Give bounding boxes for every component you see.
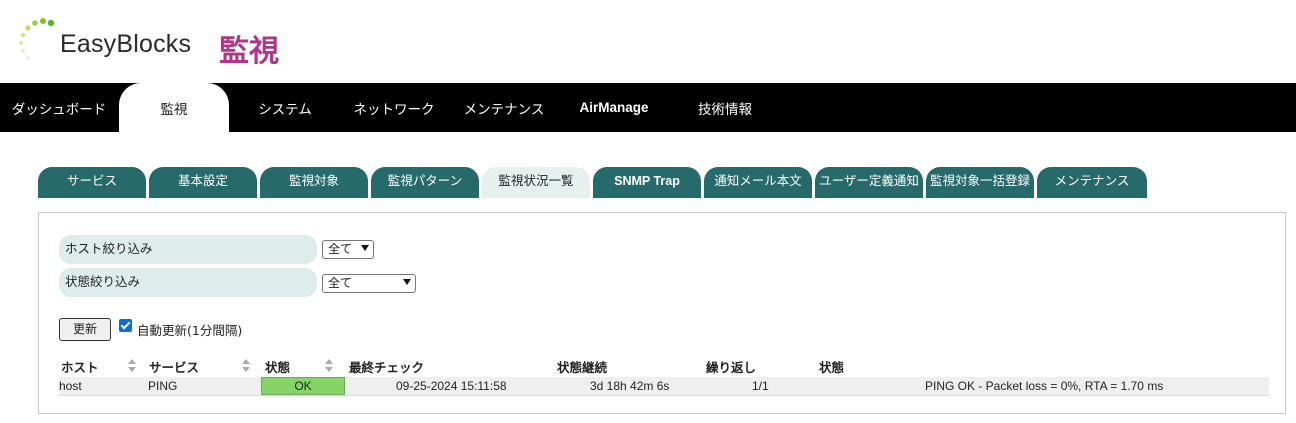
refresh-button[interactable]: 更新 — [59, 318, 111, 341]
nav-item-maintenance[interactable]: メンテナンス — [458, 83, 550, 132]
auto-refresh-checkbox[interactable] — [119, 319, 132, 332]
cell-attempt: 1/1 — [752, 379, 769, 393]
sort-host-icon[interactable] — [127, 359, 137, 373]
host-filter-value: 全て — [328, 242, 353, 256]
status-filter-label: 状態絞り込み — [59, 268, 317, 297]
tab-mail-body[interactable]: 通知メール本文 — [704, 167, 812, 198]
col-state: 状態 — [265, 360, 291, 375]
nav-item-system[interactable]: システム — [240, 83, 330, 132]
status-badge: OK — [261, 377, 345, 395]
col-host: ホスト — [61, 360, 99, 375]
table-header: ホスト サービス 状態 最終チェック 状態継続 繰り返し 状態 — [59, 355, 1269, 375]
logo-dots-icon — [18, 18, 55, 60]
page-title: 監視 — [219, 34, 279, 69]
status-panel: ホスト絞り込み 全て 状態絞り込み 全て 更新 自動更新(1分間隔) ホスト サ… — [38, 212, 1286, 414]
host-filter-select[interactable]: 全て — [322, 240, 374, 259]
host-filter-label: ホスト絞り込み — [59, 235, 317, 264]
auto-refresh-label: 自動更新(1分間隔) — [137, 323, 243, 338]
tab-service[interactable]: サービス — [38, 167, 146, 198]
table-row: host PING OK 09-25-2024 15:11:58 3d 18h … — [59, 377, 1269, 396]
chevron-down-icon — [403, 279, 411, 285]
cell-service[interactable]: PING — [148, 377, 177, 395]
nav-item-monitoring[interactable]: 監視 — [119, 83, 229, 132]
app-logo: EasyBlocks 監視 — [18, 14, 358, 70]
tab-monitor-targets[interactable]: 監視対象 — [260, 167, 368, 198]
sort-state-icon[interactable] — [324, 359, 334, 373]
col-duration: 状態継続 — [557, 360, 608, 375]
tab-basic-settings[interactable]: 基本設定 — [149, 167, 257, 198]
col-attempt: 繰り返し — [706, 360, 757, 375]
tab-monitor-patterns[interactable]: 監視パターン — [371, 167, 479, 198]
nav-item-network[interactable]: ネットワーク — [345, 83, 443, 132]
tab-maintenance[interactable]: メンテナンス — [1037, 167, 1147, 198]
col-last-check: 最終チェック — [349, 360, 425, 375]
cell-host[interactable]: host — [59, 377, 82, 395]
cell-duration: 3d 18h 42m 6s — [590, 379, 670, 393]
chevron-down-icon — [361, 245, 369, 251]
main-nav: ダッシュボード 監視 システム ネットワーク メンテナンス AirManage … — [0, 83, 1296, 132]
nav-item-tech-info[interactable]: 技術情報 — [685, 83, 765, 132]
sort-service-icon[interactable] — [241, 359, 251, 373]
cell-last-check: 09-25-2024 15:11:58 — [396, 379, 507, 393]
nav-item-airmanage[interactable]: AirManage — [570, 83, 658, 132]
status-filter-value: 全て — [328, 276, 353, 290]
status-filter-select[interactable]: 全て — [322, 274, 416, 293]
tab-snmp-trap[interactable]: SNMP Trap — [593, 167, 701, 198]
tab-user-notify[interactable]: ユーザー定義通知 — [815, 167, 923, 198]
nav-item-dashboard[interactable]: ダッシュボード — [0, 83, 118, 132]
tab-status-list[interactable]: 監視状況一覧 — [482, 167, 590, 198]
brand-name: EasyBlocks — [60, 30, 192, 58]
col-service: サービス — [149, 360, 200, 375]
col-info: 状態 — [819, 360, 845, 375]
tab-bulk-register[interactable]: 監視対象一括登録 — [926, 167, 1034, 198]
cell-info: PING OK - Packet loss = 0%, RTA = 1.70 m… — [925, 379, 1164, 393]
